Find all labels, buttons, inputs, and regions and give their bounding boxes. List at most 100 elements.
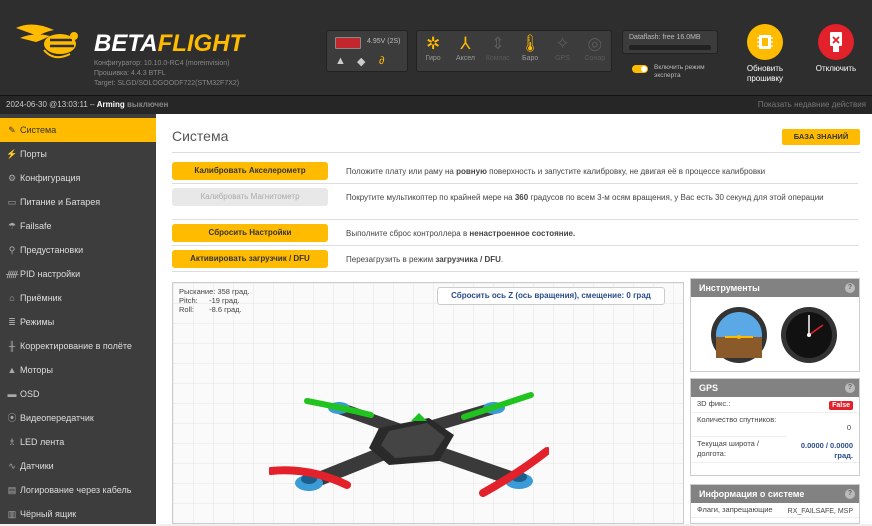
gps-panel: GPS? 3D фикс.: False Количество спутников…	[690, 378, 860, 476]
gps-icon: ✧	[555, 34, 570, 53]
sonar-icon: ◎	[587, 34, 603, 53]
sidebar: ✎ Система ⚡ Порты ⚙ Конфигурация ▭ Питание и…	[0, 114, 156, 524]
attitude-model-panel: Рыскание: 358 град. Pitch: -19 град. Rol…	[172, 282, 684, 524]
page-title: Система	[172, 128, 229, 144]
battery-status: 4.95V (2S) ▲ ◆ ∂	[326, 30, 408, 72]
sidebar-item-modes[interactable]: ≣ Режимы	[0, 310, 156, 334]
calibrate-accelerometer-button[interactable]: Калибровать Акселерометр	[172, 162, 328, 180]
attitude-readouts: Рыскание: 358 град. Pitch: -19 град. Rol…	[179, 287, 250, 314]
divider	[172, 152, 860, 153]
gps-fix-row: 3D фикс.: False	[691, 397, 859, 413]
gps-latlon-row: Текущая широта / долгота: 0.0000 / 0.0000…	[691, 437, 859, 463]
action-row-calibrate-mag: Калибровать Магнитометр Покрутите мульти…	[172, 188, 858, 220]
arming-flags-row: Флаги, запрещающие RX_FAILSAFE, MSP	[691, 503, 859, 518]
sensor-accel: ⅄ Аксел	[449, 31, 481, 71]
logo: BETAFLIGHT Конфигуратор: 10.10.0-RC4 (mo…	[14, 14, 314, 90]
sidebar-item-vtx[interactable]: ⦿ Видеопередатчик	[0, 406, 156, 430]
action-description: Положите плату или раму на ровную поверх…	[346, 167, 766, 176]
pitch-value: -19 град.	[209, 296, 240, 305]
sidebar-item-pid[interactable]: ᚏ PID настройки	[0, 262, 156, 286]
quadcopter-model	[269, 392, 549, 497]
sensor-gps: ✧ GPS	[546, 31, 578, 71]
sidebar-item-power[interactable]: ▭ Питание и Батарея	[0, 190, 156, 214]
blackbox-icon: ▥	[7, 509, 17, 519]
action-description: Выполните сброс контроллера в ненастроен…	[346, 229, 576, 238]
sidebar-item-presets[interactable]: ⚲ Предустановки	[0, 238, 156, 262]
reset-z-axis-button[interactable]: Сбросить ось Z (ось вращения), смещение:…	[437, 287, 665, 305]
instruments-panel: Инструменты?	[690, 278, 860, 372]
sidebar-item-system[interactable]: ✎ Система	[0, 118, 156, 142]
accel-icon: ⅄	[460, 34, 471, 53]
sidebar-item-sensors[interactable]: ∿ Датчики	[0, 454, 156, 478]
help-icon[interactable]: ?	[845, 383, 855, 393]
firmware-version: Прошивка: 4.4.3 BTFL	[94, 70, 166, 77]
dataflash-bar	[629, 45, 711, 50]
receiver-icon: ⌂	[9, 293, 15, 303]
battery-icon	[335, 37, 361, 49]
vtx-icon: ⦿	[7, 413, 17, 423]
sensors-icon: ∿	[8, 461, 16, 471]
baro-icon: 🌡	[519, 34, 541, 53]
sidebar-item-failsafe[interactable]: ☂ Failsafe	[0, 214, 156, 238]
sidebar-item-adjustments[interactable]: ╫ Корректирование в полёте	[0, 334, 156, 358]
toggle-switch[interactable]	[632, 65, 648, 73]
help-icon[interactable]: ?	[845, 489, 855, 499]
logo-text: BETAFLIGHT	[94, 30, 245, 57]
warning-icon: ▲	[335, 55, 346, 67]
sidebar-item-led[interactable]: ♗ LED лента	[0, 430, 156, 454]
modes-icon: ≣	[8, 317, 16, 327]
action-description: Покрутите мультикоптер по крайней мере н…	[346, 193, 824, 202]
configurator-version: Конфигуратор: 10.10.0-RC4 (moreinvision)	[94, 60, 230, 67]
system-info-panel: Информация о системе? Флаги, запрещающие…	[690, 484, 860, 524]
presets-icon: ⚲	[8, 245, 16, 255]
status-timestamp: 2024-06-30 @13:03:11 – Arming выключен	[6, 100, 169, 109]
sensor-gyro: ✲ Гиро	[417, 31, 449, 71]
help-icon[interactable]: ?	[845, 283, 855, 293]
gear-icon: ⚙	[7, 173, 17, 183]
action-row-calibrate-acc: Калибровать Акселерометр Положите плату …	[172, 162, 858, 184]
disconnect-button[interactable]: Отключить	[806, 24, 866, 88]
yaw-value: 358 град.	[217, 287, 250, 296]
activate-dfu-button[interactable]: Активировать загрузчик / DFU	[172, 250, 328, 268]
sidebar-item-osd[interactable]: ▬ OSD	[0, 382, 156, 406]
show-recent-actions-link[interactable]: Показать недавние действия	[758, 100, 866, 109]
led-icon: ♗	[7, 437, 17, 447]
sidebar-item-ports[interactable]: ⚡ Порты	[0, 142, 156, 166]
sidebar-item-motors[interactable]: ▲ Моторы	[0, 358, 156, 382]
sensor-baro: 🌡 Баро	[514, 31, 546, 71]
battery-icon: ▭	[7, 197, 17, 207]
knowledge-base-button[interactable]: БАЗА ЗНАНИЙ	[782, 129, 860, 145]
motors-icon: ▲	[7, 365, 17, 375]
chip-icon	[747, 24, 783, 60]
pid-icon: ᚏ	[6, 269, 19, 279]
osd-icon: ▬	[7, 389, 17, 399]
latlon-value: 0.0000 / 0.0000 град.	[800, 441, 853, 460]
sidebar-item-receiver[interactable]: ⌂ Приёмник	[0, 286, 156, 310]
gps-sats-row: Количество спутников:	[691, 413, 787, 437]
failsafe-icon: ◆	[357, 56, 366, 68]
app-header: BETAFLIGHT Конфигуратор: 10.10.0-RC4 (mo…	[0, 0, 872, 96]
reset-settings-button[interactable]: Сбросить Настройки	[172, 224, 328, 242]
usb-disconnect-icon	[818, 24, 854, 60]
target-info: Target: SLGD/SOLOGOODF722(STM32F7X2)	[94, 80, 240, 87]
main-content: Система БАЗА ЗНАНИЙ Калибровать Акселеро…	[156, 114, 872, 524]
adjustments-icon: ╫	[8, 341, 16, 351]
logging-icon: ▤	[7, 485, 17, 495]
update-firmware-button[interactable]: Обновить прошивку	[735, 24, 795, 88]
sats-value: 0	[846, 423, 851, 432]
fix-status-badge: False	[829, 401, 853, 410]
sidebar-item-logging[interactable]: ▤ Логирование через кабель	[0, 478, 156, 502]
action-row-dfu: Активировать загрузчик / DFU Перезагрузи…	[172, 250, 858, 272]
calibrate-magnetometer-button[interactable]: Калибровать Магнитометр	[172, 188, 328, 206]
roll-value: -8.6 град.	[209, 305, 242, 314]
instruments-header: Инструменты?	[691, 279, 859, 297]
sensor-sonar: ◎ Сонар	[579, 31, 611, 71]
wrench-icon: ✎	[8, 125, 16, 135]
sidebar-item-blackbox[interactable]: ▥ Чёрный ящик	[0, 502, 156, 526]
sidebar-item-configuration[interactable]: ⚙ Конфигурация	[0, 166, 156, 190]
sysinfo-header: Информация о системе?	[691, 485, 859, 503]
expert-mode-toggle[interactable]: Включить режим эксперта	[632, 60, 722, 80]
instrument-gauges	[711, 307, 837, 363]
action-row-reset-settings: Сбросить Настройки Выполните сброс контр…	[172, 224, 858, 246]
betaflight-bee-logo	[16, 24, 78, 59]
